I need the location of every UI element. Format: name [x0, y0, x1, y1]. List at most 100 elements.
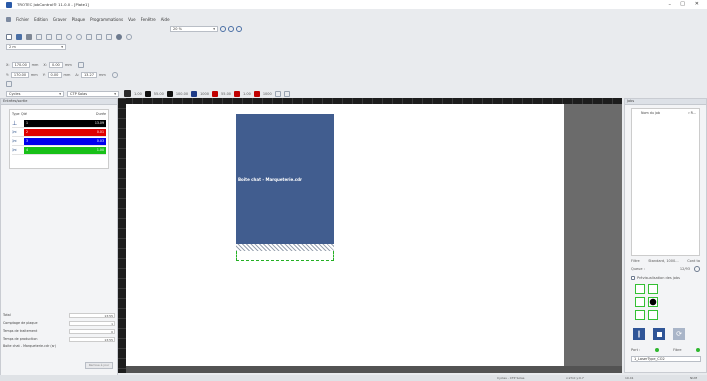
- x-offset-field[interactable]: 0.00: [48, 62, 63, 68]
- menu-item-programmations[interactable]: Programmations: [90, 17, 123, 22]
- title-bar: TROTEC JobControl® 11.0.0 - [Plate1] – □…: [0, 0, 707, 9]
- menu-item-edition[interactable]: Edition: [34, 17, 48, 22]
- zoom-in-icon[interactable]: [220, 26, 226, 32]
- stat-production-time: Temps de production 13:55: [3, 336, 115, 342]
- canvas-workspace[interactable]: [126, 104, 622, 366]
- chevron-down-icon: ▾: [59, 91, 61, 96]
- zoom-out-icon[interactable]: [228, 26, 234, 32]
- refresh-icon[interactable]: [126, 34, 132, 40]
- mode-select[interactable]: Cycles ▾: [6, 90, 64, 97]
- menu-item-fichier[interactable]: Fichier: [16, 17, 29, 22]
- stat-total: Total 13:55: [3, 312, 115, 318]
- job-cut-outline: [236, 251, 334, 261]
- zoom-select[interactable]: 20 % ▾: [170, 26, 218, 32]
- settings-icon[interactable]: [116, 34, 122, 40]
- save-settings-icon[interactable]: [283, 90, 290, 97]
- menu-item-graver[interactable]: Graver: [53, 17, 67, 22]
- process-row[interactable]: ⊥ 1 13.09: [12, 119, 106, 128]
- lock-ratio-icon[interactable]: [77, 62, 84, 68]
- preview-thumb[interactable]: [648, 310, 658, 320]
- cut-icon[interactable]: [36, 34, 42, 40]
- engrave-icon: ⊥: [12, 119, 18, 127]
- mirror-icon[interactable]: [6, 81, 12, 87]
- disconnect-button[interactable]: ⟳: [673, 328, 685, 340]
- preview-thumb[interactable]: [635, 284, 645, 294]
- material-select[interactable]: CTP Solas ▾: [67, 90, 119, 97]
- preview-thumb[interactable]: [648, 297, 658, 307]
- undo-icon[interactable]: [66, 34, 72, 40]
- chevron-down-icon: ▾: [114, 91, 116, 96]
- jobs-panel-title: Jobs: [625, 99, 706, 105]
- ungroup-icon[interactable]: [106, 34, 112, 40]
- menu-app-icon[interactable]: [6, 17, 11, 22]
- group-icon[interactable]: [96, 34, 102, 40]
- filter-toggle[interactable]: Cont ta: [687, 259, 700, 263]
- material-settings-icon[interactable]: [124, 90, 131, 97]
- canvas-gray-margin: [564, 104, 622, 366]
- print-icon[interactable]: [26, 34, 32, 40]
- y-offset-field[interactable]: 0.00: [47, 72, 62, 78]
- preview-thumb[interactable]: [635, 310, 645, 320]
- red-speed-icon[interactable]: [234, 90, 241, 97]
- align-icon[interactable]: [86, 34, 92, 40]
- preview-thumb[interactable]: [635, 297, 645, 307]
- device-select[interactable]: 1_LaserType_CO2: [631, 356, 701, 362]
- preview-checkbox[interactable]: [631, 276, 635, 280]
- process-row[interactable]: ✂ 2 0.01: [12, 128, 106, 137]
- new-file-icon[interactable]: [6, 34, 12, 40]
- port-status-icon: [654, 348, 659, 352]
- fiber-status-icon: [695, 348, 700, 352]
- minimize-icon[interactable]: –: [669, 2, 672, 8]
- canvas-bottom-bar: [126, 366, 622, 373]
- menu-item-fenetre[interactable]: Fenêtre: [141, 17, 156, 22]
- save-icon[interactable]: [16, 34, 22, 40]
- angle-field[interactable]: 13.27: [80, 72, 97, 78]
- red-frequency-icon[interactable]: [253, 90, 260, 97]
- job-preview-grid: [635, 284, 696, 320]
- zoom-fit-icon[interactable]: [236, 26, 242, 32]
- process-row[interactable]: ✂ 3 0.03: [12, 137, 106, 146]
- lasertool-toolbar: Cycles ▾ CTP Solas ▾ 1.00 55.00 100.00 100…: [6, 90, 290, 97]
- mirror-toolbar: [6, 81, 12, 87]
- preview-thumb[interactable]: [648, 284, 658, 294]
- close-icon[interactable]: ✕: [695, 1, 699, 7]
- stat-processing-time: Temps de traitement 0: [3, 328, 115, 334]
- process-color-swatch: 4 1.00: [24, 146, 106, 154]
- menu-item-aide[interactable]: Aide: [161, 17, 170, 22]
- stop-button[interactable]: [653, 328, 665, 340]
- power-icon[interactable]: [144, 90, 151, 97]
- rotate-icon[interactable]: [111, 72, 118, 78]
- main-toolbar: [6, 34, 132, 40]
- paste-icon[interactable]: [56, 34, 62, 40]
- chevron-down-icon: ▾: [213, 27, 215, 31]
- menu-item-plaque[interactable]: Plaque: [72, 17, 86, 22]
- job-file-label: Boite chat - Marqueterie.cdr (sr): [3, 344, 57, 348]
- edit-icon[interactable]: [274, 90, 281, 97]
- filter-value[interactable]: Standard, 1000...: [648, 259, 678, 263]
- frequency-icon[interactable]: [191, 90, 198, 97]
- cut-scissors-icon: ✂: [12, 128, 18, 136]
- copy-icon[interactable]: [46, 34, 52, 40]
- maximize-icon[interactable]: □: [680, 1, 685, 7]
- speed-icon[interactable]: [166, 90, 173, 97]
- process-color-swatch: 3 0.03: [24, 137, 106, 145]
- x-field[interactable]: 170.00: [11, 62, 30, 68]
- chevron-down-icon: ▾: [61, 45, 63, 49]
- pause-button[interactable]: ∥: [633, 328, 645, 340]
- red-power-icon[interactable]: [212, 90, 218, 97]
- process-color-swatch: 1 13.09: [24, 119, 106, 127]
- stat-plate-count: Comptage de plaque 1: [3, 320, 115, 326]
- cut-scissors-icon: ✂: [12, 146, 18, 154]
- cut-scissors-icon: ✂: [12, 137, 18, 145]
- reset-button[interactable]: Remise à jour: [85, 362, 113, 369]
- y-field[interactable]: 170.00: [10, 72, 29, 78]
- job-graphic[interactable]: Boite chat - Marqueterie.cdr: [236, 114, 334, 244]
- process-row[interactable]: ✂ 4 1.00: [12, 146, 106, 155]
- coord-row-y: Y: 170.00 mm Y: 0.00 mm Δ: 13.27 mm: [6, 72, 118, 78]
- menu-item-vue[interactable]: Vue: [128, 17, 135, 22]
- size-select[interactable]: 2 m ▾: [6, 44, 66, 50]
- refresh-queue-icon[interactable]: [694, 266, 700, 272]
- app-logo-icon: [6, 1, 12, 8]
- left-panel: Entrées/sortie Type Qté Durée ⊥ 1 13.09 ✂…: [0, 98, 118, 376]
- redo-icon[interactable]: [76, 34, 82, 40]
